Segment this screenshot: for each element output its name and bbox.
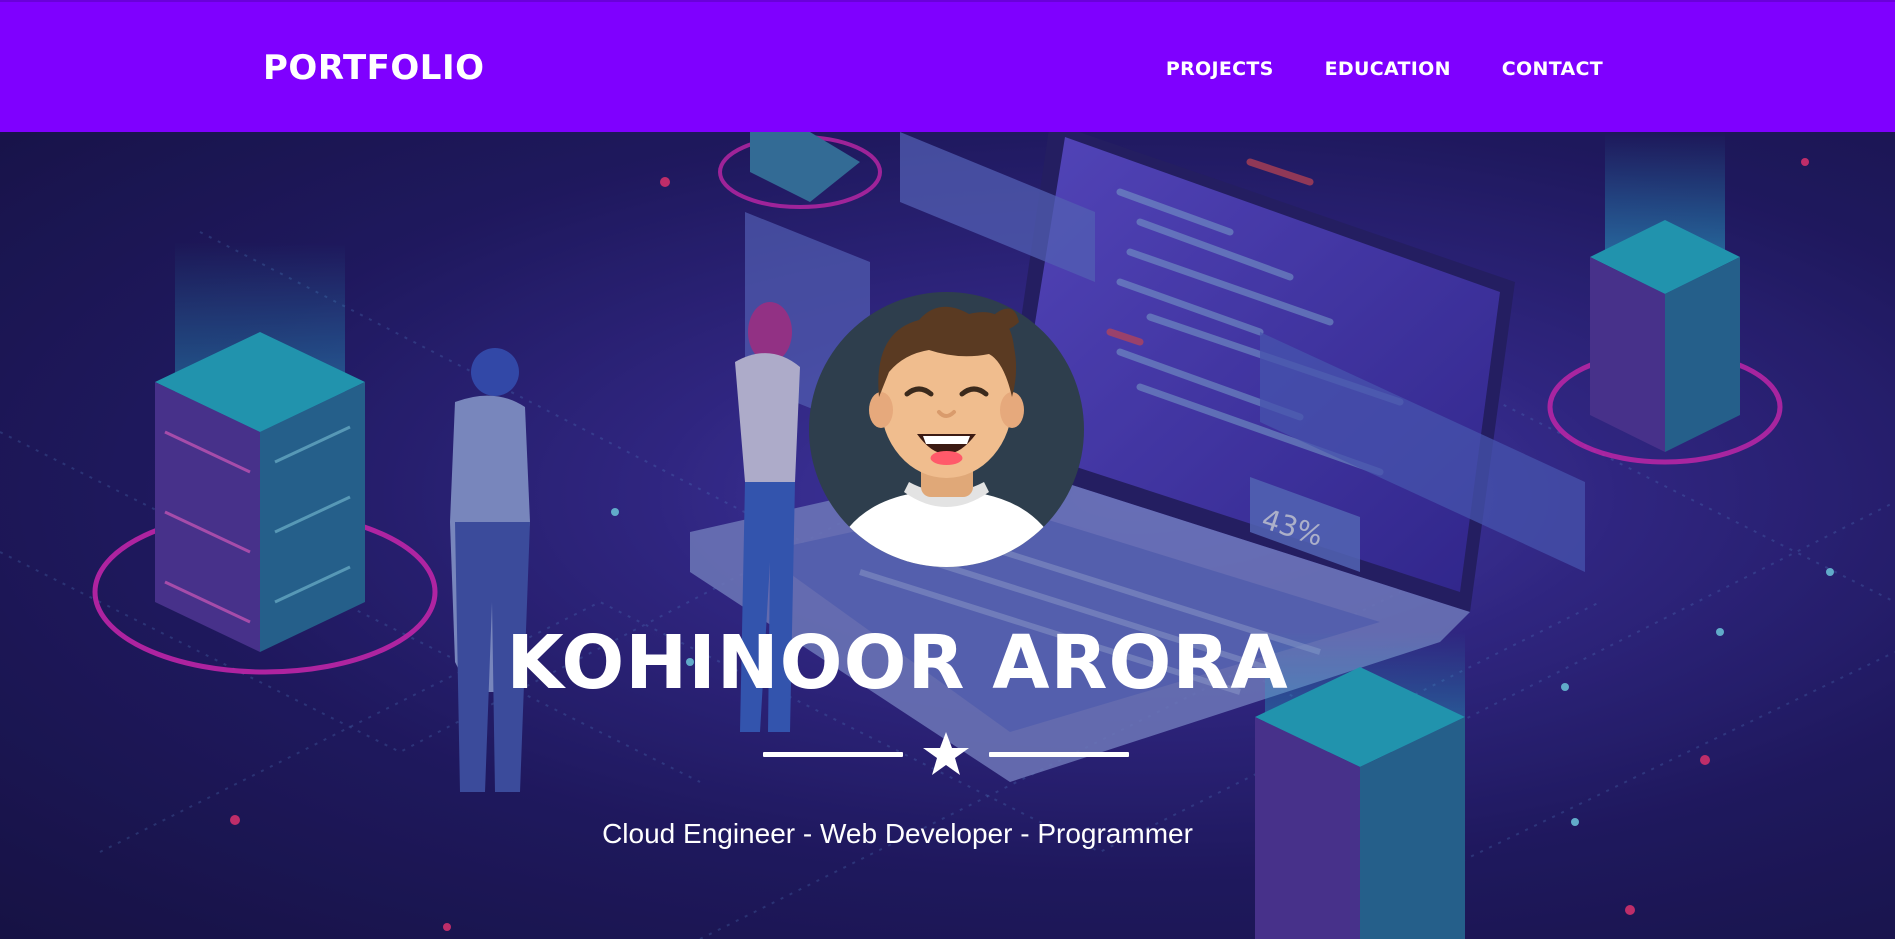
- nav-links: PROJECTS EDUCATION CONTACT: [1166, 58, 1603, 80]
- navbar: PORTFOLIO PROJECTS EDUCATION CONTACT: [0, 0, 1895, 132]
- hero-subtitle: Cloud Engineer - Web Developer - Program…: [602, 818, 1193, 849]
- nav-link-education[interactable]: EDUCATION: [1325, 58, 1451, 80]
- star-divider: [763, 732, 1129, 776]
- smiling-man-avatar-icon: [809, 292, 1084, 567]
- divider-line-left: [763, 752, 903, 757]
- divider-line-right: [989, 752, 1129, 757]
- star-icon: [923, 732, 969, 775]
- hero-section: 43% KOHINOOR ARORA Cloud Engineer - Web …: [0, 132, 1895, 939]
- nav-link-projects[interactable]: PROJECTS: [1166, 58, 1274, 80]
- nav-link-contact[interactable]: CONTACT: [1502, 58, 1603, 80]
- brand-logo[interactable]: PORTFOLIO: [263, 48, 485, 88]
- hero-name: KOHINOOR ARORA: [506, 620, 1289, 706]
